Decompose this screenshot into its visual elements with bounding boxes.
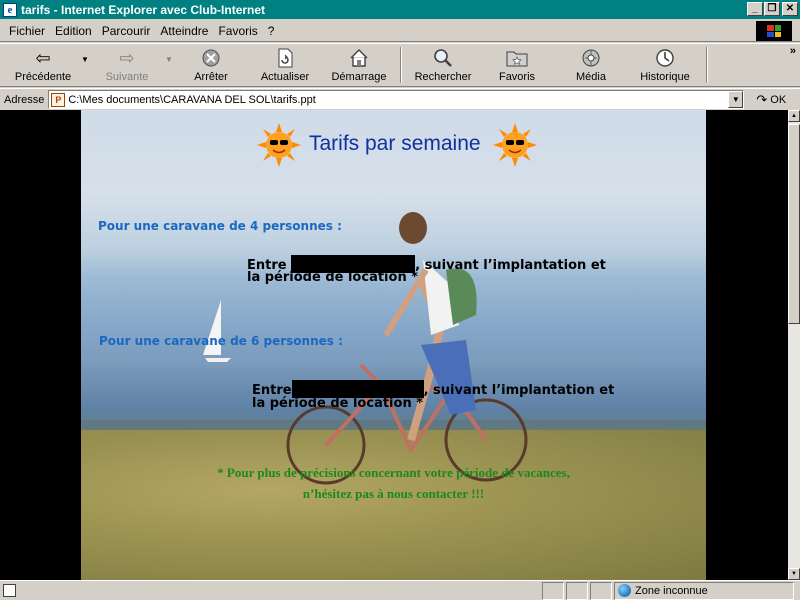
media-icon: [581, 47, 601, 69]
toolbar-more-chevron-icon[interactable]: »: [790, 45, 796, 57]
price-6-line2: la période de location *: [252, 396, 424, 411]
menu-parcourir[interactable]: Parcourir: [97, 24, 156, 38]
stop-label: Arrêter: [194, 71, 228, 83]
status-bar: Zone inconnue: [0, 580, 800, 600]
favorites-folder-icon: [506, 47, 528, 69]
address-bar: Adresse P C:\Mes documents\CARAVANA DEL …: [0, 88, 800, 110]
menu-help[interactable]: ?: [263, 24, 280, 38]
powerpoint-file-icon: P: [51, 92, 66, 107]
price-4-suffix: , suivant l’implantation et: [415, 258, 606, 273]
price-4-line2: la période de location *: [247, 270, 419, 285]
minimize-button[interactable]: _: [747, 2, 763, 16]
status-cell: [566, 581, 588, 600]
stop-icon: [201, 47, 221, 69]
history-clock-icon: [655, 47, 675, 69]
media-label: Média: [576, 71, 606, 83]
refresh-label: Actualiser: [260, 71, 310, 83]
sun-sunglasses-icon: [257, 123, 301, 167]
security-zone: Zone inconnue: [614, 581, 794, 600]
title-bar: e tarifs - Internet Explorer avec Club-I…: [0, 0, 800, 19]
arrow-up-icon: ▲: [791, 113, 797, 119]
slide-title: Tarifs par semaine: [309, 132, 481, 155]
restore-icon: ❐: [767, 3, 777, 14]
go-button[interactable]: ↷ OK: [756, 92, 786, 108]
sun-sunglasses-icon: [493, 123, 537, 167]
menu-fichier[interactable]: Fichier: [4, 24, 50, 38]
arrow-down-icon: ▼: [791, 571, 797, 577]
status-cell: [542, 581, 564, 600]
address-label: Adresse: [4, 93, 45, 106]
toolbar: ⇦ Précédente ▼ ⇨ Suivante ▼ Arrêter Actu…: [0, 43, 800, 87]
scrollbar-thumb[interactable]: [788, 124, 800, 324]
status-main: [0, 582, 540, 600]
menu-edition[interactable]: Edition: [50, 24, 97, 38]
close-icon: ✕: [785, 3, 795, 14]
refresh-icon: [276, 47, 294, 69]
forward-label: Suivante: [105, 71, 149, 83]
restore-button[interactable]: ❐: [764, 2, 780, 16]
status-cell: [590, 581, 612, 600]
ie-logo-icon: e: [3, 2, 17, 17]
minimize-icon: _: [752, 3, 758, 14]
forward-dropdown[interactable]: ▼: [164, 44, 174, 86]
media-button[interactable]: Média: [554, 44, 628, 86]
home-icon: [349, 47, 369, 69]
stop-button[interactable]: Arrêter: [174, 44, 248, 86]
page-icon: [3, 584, 16, 597]
history-button[interactable]: Historique: [628, 44, 702, 86]
window-controls: _ ❐ ✕: [746, 2, 798, 16]
back-dropdown[interactable]: ▼: [80, 44, 90, 86]
scroll-down-button[interactable]: ▼: [788, 568, 800, 580]
favorites-label: Favoris: [498, 71, 536, 83]
favorites-button[interactable]: Favoris: [480, 44, 554, 86]
scroll-up-button[interactable]: ▲: [788, 110, 800, 122]
address-value: C:\Mes documents\CARAVANA DEL SOL\tarifs…: [68, 93, 316, 106]
windows-logo-icon: [756, 21, 792, 41]
presentation-slide: Tarifs par semaine Pour une caravane de …: [81, 110, 706, 580]
history-label: Historique: [640, 71, 690, 83]
go-label: OK: [770, 93, 787, 106]
forward-button[interactable]: ⇨ Suivante: [90, 44, 164, 86]
price-6-suffix: , suivant l’implantation et: [423, 383, 615, 398]
chevron-down-icon: ▼: [731, 95, 740, 104]
dropdown-arrow-icon: ▼: [81, 54, 89, 64]
toolbar-separator: [400, 47, 402, 83]
search-icon: [433, 47, 453, 69]
contact-note-line1: * Pour plus de précisions concernant vot…: [217, 465, 570, 480]
page-content: Tarifs par semaine Pour une caravane de …: [0, 110, 788, 580]
window-title: tarifs - Internet Explorer avec Club-Int…: [21, 2, 266, 17]
address-dropdown-button[interactable]: ▼: [728, 91, 744, 108]
section-6-persons-heading: Pour une caravane de 6 personnes :: [99, 334, 343, 348]
address-input[interactable]: P C:\Mes documents\CARAVANA DEL SOL\tari…: [48, 90, 745, 109]
dropdown-arrow-icon: ▼: [165, 54, 173, 64]
back-arrow-icon: ⇦: [35, 48, 51, 68]
refresh-button[interactable]: Actualiser: [248, 44, 322, 86]
home-button[interactable]: Démarrage: [322, 44, 396, 86]
menu-favoris[interactable]: Favoris: [213, 24, 262, 38]
globe-icon: [618, 584, 631, 597]
zone-label: Zone inconnue: [635, 584, 708, 597]
home-label: Démarrage: [331, 71, 387, 83]
vertical-scrollbar[interactable]: ▲ ▼: [788, 110, 800, 580]
forward-arrow-icon: ⇨: [119, 48, 135, 68]
menu-bar: Fichier Edition Parcourir Atteindre Favo…: [0, 20, 800, 42]
search-label: Rechercher: [414, 71, 472, 83]
search-button[interactable]: Rechercher: [406, 44, 480, 86]
toolbar-separator: [706, 47, 708, 83]
back-button[interactable]: ⇦ Précédente: [6, 44, 80, 86]
go-arrow-icon: ↷: [756, 91, 768, 107]
close-button[interactable]: ✕: [782, 2, 798, 16]
contact-note-line2: n’hésitez pas à nous contacter !!!: [302, 486, 485, 501]
menu-atteindre[interactable]: Atteindre: [155, 24, 213, 38]
section-4-persons-heading: Pour une caravane de 4 personnes :: [98, 219, 342, 233]
back-label: Précédente: [14, 71, 72, 83]
